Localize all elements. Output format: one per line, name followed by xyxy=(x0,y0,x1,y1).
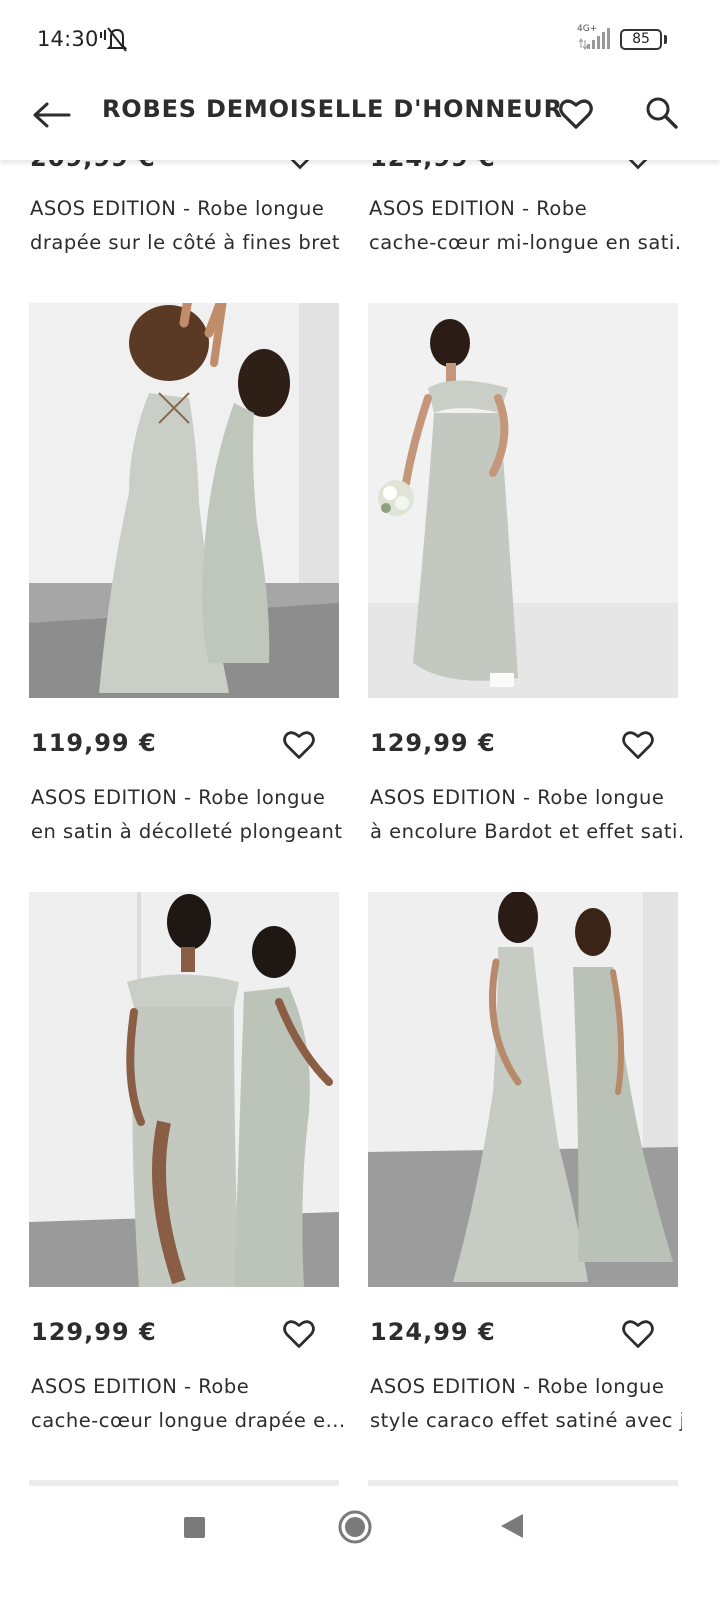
back-triangle-button[interactable] xyxy=(499,1512,525,1540)
product-image[interactable] xyxy=(368,892,678,1287)
status-bar: 14:30 4G+ 85 xyxy=(0,0,720,80)
product-title[interactable]: ASOS EDITION - Robe cache-cœur mi-longue… xyxy=(369,192,681,260)
recent-apps-button[interactable] xyxy=(184,1517,205,1538)
product-title[interactable]: ASOS EDITION - Robe longue à encolure Ba… xyxy=(370,781,682,849)
system-nav-bar xyxy=(0,1486,720,1600)
search-button[interactable] xyxy=(639,90,685,136)
arrow-left-icon xyxy=(33,102,71,128)
product-title[interactable]: ASOS EDITION - Robe longue drapée sur le… xyxy=(30,192,342,260)
heart-icon xyxy=(622,731,654,759)
mute-bell-icon xyxy=(100,27,127,52)
product-price: 129,99 € xyxy=(370,729,496,757)
heart-icon xyxy=(283,731,315,759)
heart-icon xyxy=(283,1320,315,1348)
status-time: 14:30 xyxy=(37,27,99,51)
heart-icon xyxy=(559,99,593,129)
app-header: ROBES DEMOISELLE D'HONNEUR xyxy=(0,80,720,160)
back-button[interactable] xyxy=(28,92,74,138)
product-price: 124,99 € xyxy=(370,1318,496,1346)
product-title[interactable]: ASOS EDITION - Robe longue style caraco … xyxy=(370,1370,682,1438)
product-title[interactable]: ASOS EDITION - Robe cache-cœur longue dr… xyxy=(31,1370,343,1438)
page-title: ROBES DEMOISELLE D'HONNEUR xyxy=(102,95,563,123)
product-price: 129,99 € xyxy=(31,1318,157,1346)
add-to-saved-button[interactable] xyxy=(277,1313,321,1353)
battery-indicator: 85 xyxy=(620,29,662,50)
home-button[interactable] xyxy=(337,1509,373,1545)
product-price: 119,99 € xyxy=(31,729,157,757)
add-to-saved-button[interactable] xyxy=(616,724,660,764)
signal-icon: 4G+ xyxy=(577,24,617,52)
add-to-saved-button[interactable] xyxy=(277,724,321,764)
saved-items-button[interactable] xyxy=(553,90,599,136)
heart-icon xyxy=(622,1320,654,1348)
search-icon xyxy=(646,97,678,129)
battery-tip xyxy=(664,35,667,44)
add-to-saved-button[interactable] xyxy=(616,1313,660,1353)
product-image[interactable] xyxy=(368,303,678,698)
product-title[interactable]: ASOS EDITION - Robe longue en satin à dé… xyxy=(31,781,343,849)
product-image[interactable] xyxy=(29,892,339,1287)
product-image[interactable] xyxy=(29,303,339,698)
